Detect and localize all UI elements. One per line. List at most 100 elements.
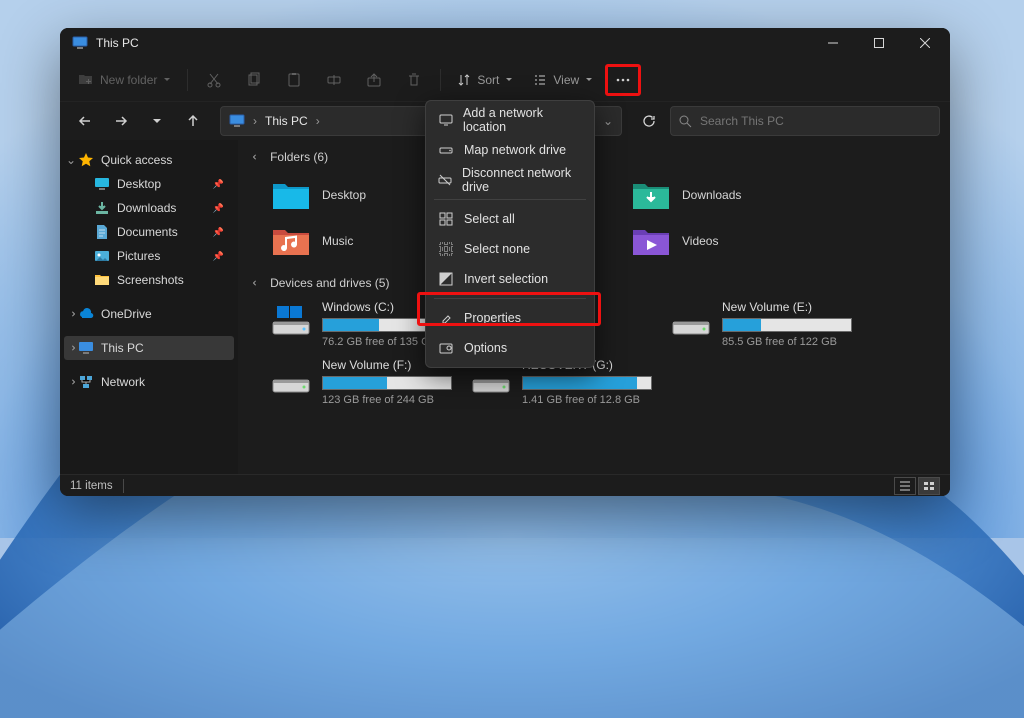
- forward-button[interactable]: [106, 106, 136, 136]
- rename-button[interactable]: [316, 64, 352, 96]
- downloads-icon: [94, 200, 110, 216]
- pin-icon: 📌: [213, 251, 224, 262]
- folder-downloads[interactable]: Downloads: [630, 174, 800, 216]
- chevron-right-icon: ⌄: [64, 377, 78, 387]
- chevron-right-icon: ›: [253, 114, 257, 128]
- folder-label: Videos: [682, 234, 718, 248]
- paste-button[interactable]: [276, 64, 312, 96]
- refresh-button[interactable]: [634, 106, 664, 136]
- share-button[interactable]: [356, 64, 392, 96]
- sort-button[interactable]: Sort: [449, 64, 521, 96]
- menu-separator: [434, 199, 586, 200]
- drive-free-text: 85.5 GB free of 122 GB: [722, 336, 860, 348]
- chevron-down-icon: ⌄: [66, 153, 76, 167]
- sidebar-item-desktop[interactable]: Desktop 📌: [64, 172, 234, 196]
- sidebar-item-onedrive[interactable]: ⌄ OneDrive: [64, 302, 234, 326]
- titlebar[interactable]: This PC: [60, 28, 950, 58]
- folder-desktop[interactable]: Desktop: [270, 174, 440, 216]
- divider: [440, 69, 441, 91]
- chevron-right-icon: ⌄: [64, 343, 78, 353]
- sidebar-label: Quick access: [101, 153, 172, 167]
- select-all-icon: [438, 211, 454, 227]
- menu-map-network-drive[interactable]: Map network drive: [426, 135, 594, 165]
- delete-button[interactable]: [396, 64, 432, 96]
- videos-folder-icon: [630, 223, 672, 259]
- storage-bar: [322, 376, 452, 390]
- menu-select-none[interactable]: Select none: [426, 234, 594, 264]
- downloads-folder-icon: [630, 177, 672, 213]
- drive-icon: [270, 358, 312, 394]
- desktop-folder-icon: [270, 177, 312, 213]
- storage-bar: [722, 318, 852, 332]
- folder-videos[interactable]: Videos: [630, 220, 800, 262]
- chevron-right-icon: ›: [316, 114, 320, 128]
- maximize-button[interactable]: [856, 28, 902, 58]
- chevron-down-icon: ⌄: [250, 278, 264, 288]
- close-button[interactable]: [902, 28, 948, 58]
- pictures-icon: [94, 248, 110, 264]
- search-icon: [679, 115, 692, 128]
- large-icons-view-button[interactable]: [918, 477, 940, 495]
- search-input[interactable]: [700, 114, 931, 128]
- sidebar-label: This PC: [101, 341, 144, 355]
- history-button[interactable]: [142, 106, 172, 136]
- pin-icon: 📌: [213, 227, 224, 238]
- menu-label: Options: [464, 341, 507, 355]
- sidebar-item-this-pc[interactable]: ⌄ This PC: [64, 336, 234, 360]
- menu-label: Invert selection: [464, 272, 548, 286]
- sidebar-item-downloads[interactable]: Downloads 📌: [64, 196, 234, 220]
- sidebar-label: Desktop: [117, 177, 161, 191]
- sidebar-item-documents[interactable]: Documents 📌: [64, 220, 234, 244]
- menu-label: Properties: [464, 311, 521, 325]
- menu-select-all[interactable]: Select all: [426, 204, 594, 234]
- view-button[interactable]: View: [525, 64, 601, 96]
- command-bar: New folder Sort View: [60, 58, 950, 102]
- sidebar-item-screenshots[interactable]: Screenshots: [64, 268, 234, 292]
- this-pc-icon: [72, 35, 88, 51]
- menu-label: Add a network location: [463, 106, 582, 134]
- sidebar-item-pictures[interactable]: Pictures 📌: [64, 244, 234, 268]
- disconnect-icon: [438, 172, 452, 188]
- group-label: Devices and drives (5): [270, 276, 389, 290]
- folder-icon: [94, 272, 110, 288]
- up-button[interactable]: [178, 106, 208, 136]
- star-icon: [78, 152, 94, 168]
- window-title: This PC: [96, 36, 139, 50]
- menu-add-network-location[interactable]: Add a network location: [426, 105, 594, 135]
- sidebar-label: OneDrive: [101, 307, 152, 321]
- folder-label: Desktop: [322, 188, 366, 202]
- folder-music[interactable]: Music: [270, 220, 440, 262]
- folder-label: Music: [322, 234, 353, 248]
- drive-icon: [438, 142, 454, 158]
- minimize-button[interactable]: [810, 28, 856, 58]
- pin-icon: 📌: [213, 203, 224, 214]
- details-view-button[interactable]: [894, 477, 916, 495]
- breadcrumb-item[interactable]: This PC: [265, 114, 308, 128]
- storage-bar: [522, 376, 652, 390]
- sort-label: Sort: [477, 73, 499, 87]
- menu-options[interactable]: Options: [426, 333, 594, 363]
- chevron-down-icon: ⌄: [250, 152, 264, 162]
- menu-properties[interactable]: Properties: [426, 303, 594, 333]
- more-button[interactable]: [605, 64, 641, 96]
- chevron-down-icon[interactable]: ⌄: [603, 114, 613, 128]
- cut-button[interactable]: [196, 64, 232, 96]
- new-folder-button[interactable]: New folder: [70, 64, 179, 96]
- status-bar: 11 items: [60, 474, 950, 496]
- new-folder-label: New folder: [100, 73, 157, 87]
- music-folder-icon: [270, 223, 312, 259]
- search-box[interactable]: [670, 106, 940, 136]
- invert-icon: [438, 271, 454, 287]
- sidebar-item-network[interactable]: ⌄ Network: [64, 370, 234, 394]
- desktop-icon: [94, 176, 110, 192]
- copy-button[interactable]: [236, 64, 272, 96]
- drive-item[interactable]: New Volume (E:) 85.5 GB free of 122 GB: [670, 300, 860, 348]
- onedrive-icon: [78, 306, 94, 322]
- sidebar-item-quick-access[interactable]: ⌄ Quick access: [64, 148, 234, 172]
- pin-icon: 📌: [213, 179, 224, 190]
- menu-invert-selection[interactable]: Invert selection: [426, 264, 594, 294]
- item-count: 11 items: [70, 480, 113, 492]
- view-label: View: [553, 73, 579, 87]
- menu-disconnect-network-drive[interactable]: Disconnect network drive: [426, 165, 594, 195]
- back-button[interactable]: [70, 106, 100, 136]
